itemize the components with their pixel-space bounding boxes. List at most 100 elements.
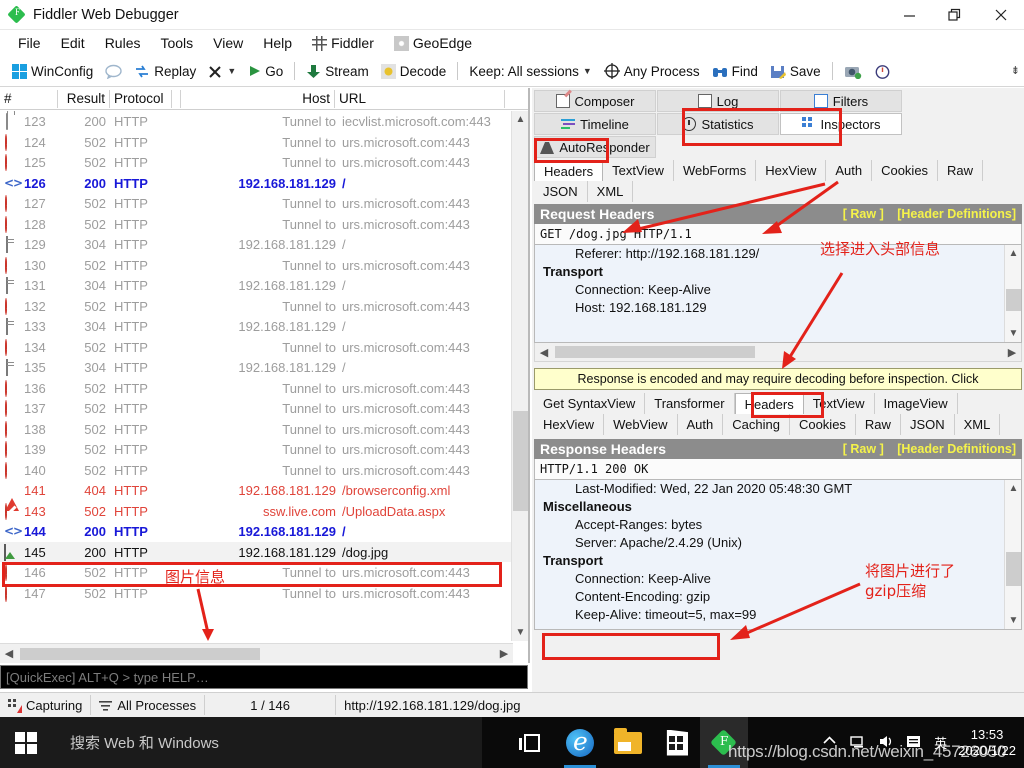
collapse-toolbar-icon[interactable]: ⇟ — [1011, 64, 1020, 77]
column-header-number[interactable]: # — [0, 90, 58, 108]
volume-icon[interactable] — [878, 734, 895, 751]
table-row[interactable]: 133 304 HTTP 192.168.181.129 / — [0, 316, 513, 337]
table-row[interactable]: 135 304 HTTP 192.168.181.129 / — [0, 357, 513, 378]
session-list-horizontal-scrollbar[interactable]: ◀ ▶ — [0, 643, 513, 663]
menu-edit[interactable]: Edit — [51, 33, 95, 53]
minimize-button[interactable] — [886, 0, 932, 30]
menu-tools[interactable]: Tools — [150, 33, 203, 53]
request-scroll-thumb[interactable] — [1006, 289, 1021, 311]
taskbar-clock[interactable]: 13:53 2020/1/22 — [958, 727, 1016, 759]
table-row[interactable]: 129 304 HTTP 192.168.181.129 / — [0, 234, 513, 255]
request-tab-raw[interactable]: Raw — [938, 160, 984, 181]
request-tab-hexview[interactable]: HexView — [756, 160, 827, 181]
taskbar-search-box[interactable]: 搜索 Web 和 Windows — [52, 717, 482, 768]
start-button[interactable] — [0, 717, 52, 768]
go-button[interactable]: Go — [242, 64, 289, 79]
action-center-icon[interactable] — [906, 734, 923, 751]
close-button[interactable] — [978, 0, 1024, 30]
tab-statistics[interactable]: Statistics — [657, 113, 779, 135]
response-tab-headers[interactable]: Headers — [734, 393, 804, 414]
response-scroll-down-icon[interactable]: ▼ — [1005, 612, 1021, 629]
store-button[interactable] — [652, 717, 700, 768]
request-headers-scrollbar[interactable]: ▲ ▼ — [1004, 245, 1021, 342]
table-row[interactable]: 143 502 HTTP ssw.live.com/UploadData.aspx — [0, 501, 513, 522]
restore-button[interactable] — [932, 0, 978, 30]
response-raw-link[interactable]: [ Raw ] — [843, 442, 884, 456]
response-tab-cookies[interactable]: Cookies — [790, 414, 856, 435]
hscroll-thumb[interactable] — [20, 647, 260, 660]
capturing-status[interactable]: Capturing — [0, 693, 90, 718]
response-tab-textview[interactable]: TextView — [804, 393, 875, 414]
column-header-protocol[interactable]: Protocol — [110, 90, 172, 108]
edge-button[interactable] — [556, 717, 604, 768]
tab-log[interactable]: Log — [657, 90, 779, 112]
table-row[interactable]: <> 126 200 HTTP 192.168.181.129 / — [0, 173, 513, 194]
find-button[interactable]: Find — [706, 64, 764, 79]
request-tab-auth[interactable]: Auth — [826, 160, 873, 181]
response-tab-get-syntaxview[interactable]: Get SyntaxView — [534, 393, 646, 414]
keep-dropdown-caret-icon[interactable]: ▼ — [583, 66, 592, 76]
request-scroll-left-icon[interactable]: ◀ — [535, 346, 553, 359]
request-tab-webforms[interactable]: WebForms — [674, 160, 757, 181]
request-header-definitions-link[interactable]: [Header Definitions] — [897, 207, 1016, 221]
column-header-result[interactable]: Result — [58, 90, 110, 108]
column-header-host[interactable]: Host — [180, 90, 335, 108]
file-explorer-button[interactable] — [604, 717, 652, 768]
tab-autoresponder[interactable]: AutoResponder — [534, 136, 656, 158]
menu-view[interactable]: View — [203, 33, 253, 53]
response-tab-hexview[interactable]: HexView — [534, 414, 605, 435]
winconfig-button[interactable]: WinConfig — [6, 63, 99, 79]
response-tab-xml[interactable]: XML — [955, 414, 1001, 435]
response-tab-caching[interactable]: Caching — [723, 414, 790, 435]
table-row[interactable]: 137 502 HTTP Tunnel to urs.microsoft.com:443 — [0, 398, 513, 419]
response-header-definitions-link[interactable]: [Header Definitions] — [897, 442, 1016, 456]
remove-button[interactable]: ▼ — [202, 64, 242, 79]
tab-timeline[interactable]: Timeline — [534, 113, 656, 135]
session-rows-container[interactable]: 123 200 HTTP Tunnel to iecvlist.microsoft.co… — [0, 111, 513, 641]
network-icon[interactable] — [850, 734, 867, 751]
request-tab-textview[interactable]: TextView — [603, 160, 674, 181]
menu-fiddler[interactable]: Fiddler — [302, 33, 384, 53]
timer-button[interactable] — [868, 63, 897, 79]
table-row[interactable]: 145 200 HTTP 192.168.181.129/dog.jpg — [0, 541, 513, 562]
table-row[interactable]: 131 304 HTTP 192.168.181.129 / — [0, 275, 513, 296]
table-row[interactable]: 127 502 HTTP Tunnel to urs.microsoft.com:443 — [0, 193, 513, 214]
table-row[interactable]: 136 502 HTTP Tunnel to urs.microsoft.com:443 — [0, 378, 513, 399]
stream-button[interactable]: Stream — [300, 64, 375, 79]
menu-help[interactable]: Help — [253, 33, 302, 53]
hscroll-track[interactable] — [18, 646, 495, 661]
request-headers-body[interactable]: Referer: http://192.168.181.129/Transpor… — [534, 245, 1022, 343]
table-row[interactable]: 134 502 HTTP Tunnel to urs.microsoft.com:443 — [0, 337, 513, 358]
scroll-down-icon[interactable]: ▼ — [512, 624, 529, 641]
request-tab-cookies[interactable]: Cookies — [872, 160, 939, 181]
tab-composer[interactable]: Composer — [534, 90, 656, 112]
menu-file[interactable]: File — [8, 33, 51, 53]
table-row[interactable]: 140 502 HTTP Tunnel to urs.microsoft.com:443 — [0, 460, 513, 481]
show-hidden-icons-icon[interactable] — [822, 734, 839, 751]
tab-filters[interactable]: Filters — [780, 90, 902, 112]
response-tab-raw[interactable]: Raw — [856, 414, 901, 435]
response-headers-scrollbar[interactable]: ▲ ▼ — [1004, 480, 1021, 629]
tab-inspectors[interactable]: Inspectors — [780, 113, 902, 135]
table-row[interactable]: 130 502 HTTP Tunnel to urs.microsoft.com:443 — [0, 255, 513, 276]
response-tab-webview[interactable]: WebView — [604, 414, 678, 435]
decode-button[interactable]: Decode — [375, 63, 453, 79]
table-row[interactable]: 123 200 HTTP Tunnel to iecvlist.microsoft.co… — [0, 111, 513, 132]
menu-rules[interactable]: Rules — [95, 33, 151, 53]
response-tab-transformer[interactable]: Transformer — [645, 393, 735, 414]
request-scroll-down-icon[interactable]: ▼ — [1005, 325, 1021, 342]
task-view-button[interactable] — [508, 717, 556, 768]
save-button[interactable]: Save — [764, 64, 827, 79]
table-row[interactable]: 141 404 HTTP 192.168.181.129/browserconfig.… — [0, 480, 513, 511]
request-raw-link[interactable]: [ Raw ] — [843, 207, 884, 221]
response-tab-auth[interactable]: Auth — [678, 414, 724, 435]
table-row[interactable]: 124 502 HTTP Tunnel to urs.microsoft.com:443 — [0, 132, 513, 153]
capture-screenshot-button[interactable] — [838, 64, 868, 79]
session-scroll-thumb[interactable] — [513, 411, 528, 511]
table-row[interactable]: 138 502 HTTP Tunnel to urs.microsoft.com:443 — [0, 419, 513, 440]
remove-dropdown-caret-icon[interactable]: ▼ — [227, 66, 236, 76]
menu-geoedge[interactable]: GeoEdge — [384, 33, 482, 53]
encoding-notice-bar[interactable]: Response is encoded and may require deco… — [534, 368, 1022, 390]
session-list-vertical-scrollbar[interactable]: ▲ ▼ — [511, 111, 528, 641]
table-row[interactable]: 146 502 HTTP Tunnel to urs.microsoft.com:443 — [0, 562, 513, 583]
